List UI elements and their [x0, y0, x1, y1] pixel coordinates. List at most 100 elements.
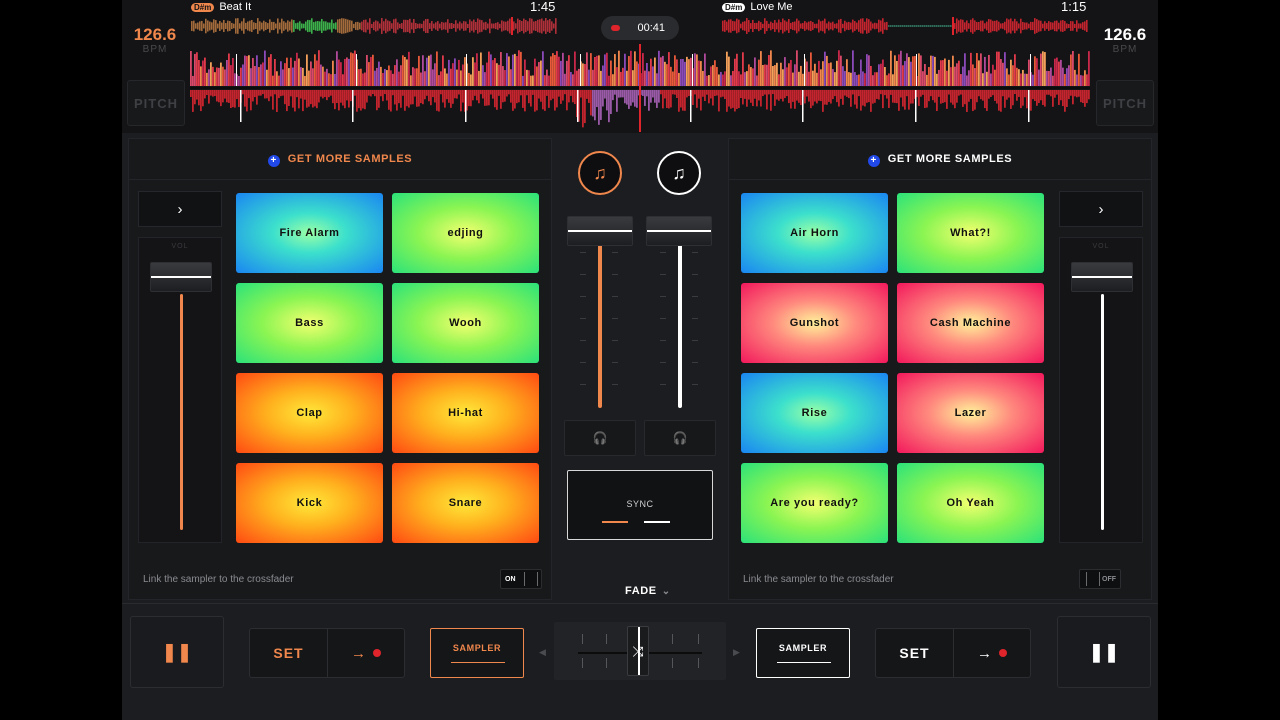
crossfader-thumb[interactable]: ⤨	[627, 626, 649, 676]
sample-pad[interactable]: Gunshot	[741, 283, 888, 363]
sampler-label: SAMPLER	[778, 643, 828, 653]
right-link-toggle[interactable]: OFF	[1079, 569, 1121, 589]
fader-tick	[692, 296, 698, 297]
toggle-thumb	[1086, 572, 1100, 586]
arrow-right-icon: →	[977, 644, 992, 662]
right-key-badge: D#m	[722, 2, 746, 12]
right-play-pause-button[interactable]: ❚❚	[1057, 616, 1151, 688]
fader-tick	[612, 384, 618, 385]
left-channel-fader[interactable]	[567, 216, 633, 246]
right-cue-jump-button[interactable]: →	[954, 629, 1030, 677]
fader-tick	[580, 274, 586, 275]
left-set-button[interactable]: SET	[250, 629, 328, 677]
sample-pad[interactable]: Oh Yeah	[897, 463, 1044, 543]
left-sampler-button[interactable]: SAMPLER	[430, 628, 524, 678]
left-deck-music-icon[interactable]: ♫	[578, 151, 622, 195]
left-volume-slider[interactable]: VOL	[138, 237, 222, 543]
right-sampler-button[interactable]: SAMPLER	[756, 628, 850, 678]
fader-tick	[692, 384, 698, 385]
right-headphone-button[interactable]: 🎧	[644, 420, 716, 456]
volume-thumb[interactable]	[150, 262, 212, 292]
right-channel-fader-track	[678, 242, 682, 408]
record-time: 00:41	[637, 22, 665, 34]
fader-tick	[660, 296, 666, 297]
app-root: 126.6 BPM PITCH 126.6 BPM PITCH D#m Beat…	[122, 0, 1158, 720]
arrow-right-icon: →	[351, 644, 366, 662]
sample-pad[interactable]: What?!	[897, 193, 1044, 273]
left-headphone-button[interactable]: 🎧	[564, 420, 636, 456]
chevron-down-icon: ⌄	[661, 586, 671, 597]
sample-pad[interactable]: Lazer	[897, 373, 1044, 453]
record-dot-icon	[611, 25, 620, 31]
xf-tick	[582, 658, 583, 668]
left-link-crossfader-text: Link the sampler to the crossfader	[143, 574, 294, 585]
sample-pad[interactable]: edjing	[392, 193, 539, 273]
crossfader[interactable]: ⤨	[554, 622, 726, 680]
fader-tick	[580, 340, 586, 341]
right-cue-group: SET →	[875, 628, 1031, 678]
right-next-page-button[interactable]: ›	[1059, 191, 1143, 227]
fader-tick	[660, 318, 666, 319]
sample-pad[interactable]: Rise	[741, 373, 888, 453]
volume-track	[1101, 294, 1104, 530]
toggle-label: ON	[505, 576, 516, 583]
left-get-more-samples[interactable]: + GET MORE SAMPLES	[129, 153, 551, 167]
fader-tick	[692, 252, 698, 253]
right-sampler-panel: + GET MORE SAMPLES › VOL Air Horn What?! Gu…	[728, 138, 1152, 600]
volume-thumb[interactable]	[1071, 262, 1133, 292]
divider	[729, 179, 1151, 180]
xf-tick	[606, 658, 607, 668]
left-bpm-unit: BPM	[142, 44, 168, 55]
shuffle-icon: ⤨	[632, 643, 644, 659]
sample-pad[interactable]: Hi-hat	[392, 373, 539, 453]
right-channel-fader[interactable]	[646, 216, 712, 246]
fader-tick	[660, 340, 666, 341]
record-button[interactable]: 00:41	[601, 16, 679, 40]
sample-pad[interactable]: Air Horn	[741, 193, 888, 273]
left-cue-jump-button[interactable]: →	[328, 629, 404, 677]
sample-pad[interactable]: Wooh	[392, 283, 539, 363]
right-volume-slider[interactable]: VOL	[1059, 237, 1143, 543]
main-waveform[interactable]	[190, 44, 1090, 132]
fader-tick	[612, 318, 618, 319]
right-pitch-button[interactable]: PITCH	[1096, 80, 1154, 126]
divider	[129, 179, 551, 180]
left-sampler-panel: + GET MORE SAMPLES › VOL Fire Alarm edjing…	[128, 138, 552, 600]
left-play-pause-button[interactable]: ❚❚	[130, 616, 224, 688]
sample-pad[interactable]: Bass	[236, 283, 383, 363]
right-track-time: 1:15	[1061, 0, 1087, 14]
left-bpm-display: 126.6 BPM	[124, 26, 186, 56]
divider	[122, 603, 1158, 604]
fade-dropdown[interactable]: FADE ⌄	[625, 585, 671, 597]
left-pitch-button[interactable]: PITCH	[127, 80, 185, 126]
sample-pad[interactable]: Clap	[236, 373, 383, 453]
right-set-button[interactable]: SET	[876, 629, 954, 677]
fader-tick	[692, 274, 698, 275]
sync-label: SYNC	[626, 499, 654, 509]
fader-tick	[660, 274, 666, 275]
left-track-info: D#m Beat It	[191, 0, 251, 14]
sync-right-indicator	[644, 521, 670, 523]
left-link-toggle[interactable]: ON	[500, 569, 542, 589]
fade-label: FADE	[625, 585, 657, 597]
sample-pad[interactable]: Cash Machine	[897, 283, 1044, 363]
crossfader-right-arrow-icon[interactable]: ▶	[733, 647, 740, 658]
right-overview-waveform[interactable]	[722, 17, 1088, 35]
crossfader-left-arrow-icon[interactable]: ◀	[539, 647, 546, 658]
left-key-badge: D#m	[191, 2, 215, 12]
toggle-label: OFF	[1102, 576, 1116, 583]
left-next-page-button[interactable]: ›	[138, 191, 222, 227]
fader-tick	[612, 252, 618, 253]
sample-pad[interactable]: Are you ready?	[741, 463, 888, 543]
left-overview-waveform[interactable]	[191, 17, 557, 35]
sample-pad[interactable]: Fire Alarm	[236, 193, 383, 273]
sample-pad[interactable]: Snare	[392, 463, 539, 543]
right-deck-music-icon[interactable]: ♫	[657, 151, 701, 195]
get-more-label: GET MORE SAMPLES	[287, 153, 413, 165]
right-get-more-samples[interactable]: + GET MORE SAMPLES	[729, 153, 1151, 167]
vol-label: VOL	[1092, 243, 1110, 250]
sync-button[interactable]: SYNC	[567, 470, 713, 540]
sample-pad[interactable]: Kick	[236, 463, 383, 543]
pause-icon: ❚❚	[1088, 641, 1120, 662]
record-dot-icon	[999, 649, 1007, 657]
